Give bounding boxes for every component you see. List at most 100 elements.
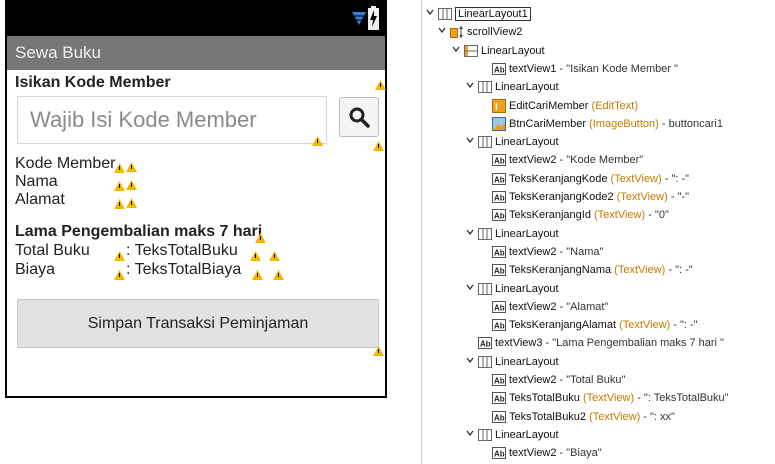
tree-node[interactable]: LinearLayout bbox=[422, 133, 775, 151]
member-code-placeholder: Wajib Isi Kode Member bbox=[30, 107, 257, 132]
tree-node-label: LinearLayout bbox=[495, 78, 559, 96]
member-code-heading: Isikan Kode Member bbox=[15, 74, 171, 91]
tree-node[interactable]: BtnCariMember (ImageButton) - buttoncari… bbox=[422, 115, 775, 133]
tree-node[interactable]: I EditCariMember (EditText) bbox=[422, 97, 775, 115]
svg-text:Ab: Ab bbox=[494, 395, 505, 404]
tree-node-label: TeksKeranjangNama (TextView) - ": -" bbox=[509, 261, 693, 279]
linear-layout-icon bbox=[478, 428, 492, 441]
action-bar: Sewa Buku bbox=[7, 36, 385, 70]
chevron-down-icon[interactable] bbox=[466, 429, 474, 437]
tree-node-name: scrollView2 bbox=[467, 26, 523, 39]
text-view-icon: Ab bbox=[492, 410, 506, 423]
tree-node[interactable]: Ab textView2 - "Nama" bbox=[422, 243, 775, 261]
text-view-icon: Ab bbox=[492, 209, 506, 222]
tree-node[interactable]: Ab textView1 - "Isikan Kode Member " bbox=[422, 60, 775, 78]
tree-node[interactable]: Ab textView2 - "Total Buku" bbox=[422, 371, 775, 389]
text-view-icon: Ab bbox=[492, 172, 506, 185]
tree-node[interactable]: Ab TeksTotalBuku2 (TextView) - ": xx" bbox=[422, 408, 775, 426]
warning-icon bbox=[273, 270, 284, 280]
warning-icon bbox=[114, 163, 125, 173]
member-code-input[interactable]: Wajib Isi Kode Member bbox=[17, 96, 327, 144]
tree-node[interactable]: Ab textView2 - "Biaya" bbox=[422, 444, 775, 462]
tree-node-value: - "Kode Member" bbox=[556, 154, 644, 167]
tree-node[interactable]: LinearLayout bbox=[422, 42, 775, 60]
image-button-icon bbox=[492, 116, 506, 131]
tree-node-name: LinearLayout bbox=[481, 44, 545, 57]
wifi-icon bbox=[352, 12, 366, 25]
tree-node-type: (TextView) bbox=[607, 172, 662, 185]
tree-node[interactable]: Ab textView2 - "Alamat" bbox=[422, 298, 775, 316]
svg-text:Ab: Ab bbox=[494, 322, 505, 331]
total-buku-value: : TeksTotalBuku bbox=[126, 242, 238, 259]
chevron-down-icon[interactable] bbox=[426, 8, 434, 16]
chevron-down-icon[interactable] bbox=[466, 136, 474, 144]
tree-node-label: textView1 - "Isikan Kode Member " bbox=[509, 60, 678, 78]
chevron-down-icon[interactable] bbox=[466, 283, 474, 291]
warning-icon bbox=[312, 136, 323, 146]
alamat-label: Alamat bbox=[15, 191, 65, 208]
chevron-down-icon[interactable] bbox=[452, 45, 460, 53]
tree-node-type: (EditText) bbox=[588, 99, 638, 112]
tree-node-type: (TextView) bbox=[611, 264, 666, 277]
warning-icon bbox=[126, 198, 137, 208]
tree-node-value: - buttoncari1 bbox=[658, 117, 723, 130]
tree-node[interactable]: Ab TeksKeranjangId (TextView) - "0" bbox=[422, 206, 775, 224]
save-transaction-button[interactable]: Simpan Transaksi Peminjaman bbox=[17, 299, 379, 348]
tree-node-value: - ": TeksTotalBuku" bbox=[634, 392, 729, 405]
svg-text:Ab: Ab bbox=[494, 248, 505, 257]
tree-node[interactable]: LinearLayout bbox=[422, 353, 775, 371]
kode-member-label: Kode Member bbox=[15, 155, 116, 172]
svg-text:Ab: Ab bbox=[494, 267, 505, 276]
warning-icon bbox=[373, 346, 384, 356]
search-member-button[interactable] bbox=[339, 97, 379, 137]
tree-node-name: TeksTotalBuku bbox=[509, 392, 580, 405]
warning-icon bbox=[114, 199, 125, 209]
tree-node[interactable]: Ab TeksTotalBuku (TextView) - ": TeksTota… bbox=[422, 389, 775, 407]
chevron-down-icon[interactable] bbox=[466, 228, 474, 236]
tree-node-label: textView2 - "Nama" bbox=[509, 243, 603, 261]
form-content: Isikan Kode Member Wajib Isi Kode Member… bbox=[7, 70, 386, 396]
warning-icon bbox=[375, 80, 386, 90]
tree-node[interactable]: LinearLayout bbox=[422, 426, 775, 444]
tree-node[interactable]: LinearLayout1 bbox=[422, 5, 775, 23]
warning-icon bbox=[269, 251, 280, 261]
text-view-icon: Ab bbox=[492, 191, 506, 203]
text-view-icon: Ab bbox=[492, 264, 506, 277]
tree-node-label: TeksKeranjangKode2 (TextView) - "-" bbox=[509, 188, 689, 206]
tree-node[interactable]: LinearLayout bbox=[422, 78, 775, 96]
svg-text:Ab: Ab bbox=[494, 377, 505, 386]
tree-node-value: - "Biaya" bbox=[556, 447, 602, 460]
tree-node[interactable]: Ab TeksKeranjangNama (TextView) - ": -" bbox=[422, 261, 775, 279]
tree-node-type: (ImageButton) bbox=[586, 117, 659, 130]
tree-node-value: - "Isikan Kode Member " bbox=[556, 62, 679, 75]
tree-node-type: (TextView) bbox=[613, 191, 668, 203]
tree-node-value: - "0" bbox=[645, 209, 669, 222]
svg-text:Ab: Ab bbox=[494, 157, 505, 166]
search-icon bbox=[349, 107, 370, 128]
tree-node-label: textView2 - "Total Buku" bbox=[509, 371, 625, 389]
svg-text:Ab: Ab bbox=[494, 175, 505, 184]
svg-text:I: I bbox=[495, 102, 498, 113]
tree-node[interactable]: scrollView2 bbox=[422, 23, 775, 41]
tree-node-label: LinearLayout bbox=[495, 280, 559, 298]
tree-node-name: LinearLayout bbox=[495, 428, 559, 441]
svg-text:Ab: Ab bbox=[494, 212, 505, 221]
chevron-down-icon[interactable] bbox=[466, 356, 474, 364]
chevron-down-icon[interactable] bbox=[466, 81, 474, 89]
warning-icon bbox=[114, 251, 125, 261]
tree-node[interactable]: LinearLayout bbox=[422, 280, 775, 298]
tree-node[interactable]: Ab TeksKeranjangKode2 (TextView) - "-" bbox=[422, 188, 775, 206]
tree-node[interactable]: Ab textView2 - "Kode Member" bbox=[422, 151, 775, 169]
tree-node-label: textView2 - "Biaya" bbox=[509, 444, 602, 462]
tree-node[interactable]: LinearLayout bbox=[422, 225, 775, 243]
svg-text:Ab: Ab bbox=[494, 413, 505, 422]
tree-node[interactable]: Ab TeksKeranjangKode (TextView) - ": -" bbox=[422, 170, 775, 188]
tree-node[interactable]: Ab textView3 - "Lama Pengembalian maks 7 … bbox=[422, 334, 775, 352]
text-view-icon: Ab bbox=[492, 374, 506, 386]
svg-text:Ab: Ab bbox=[494, 194, 505, 203]
text-view-icon: Ab bbox=[492, 62, 506, 75]
chevron-down-icon[interactable] bbox=[438, 26, 446, 34]
tree-node-value: - "Total Buku" bbox=[556, 374, 626, 386]
tree-node[interactable]: Ab TeksKeranjangAlamat (TextView) - ": -" bbox=[422, 316, 775, 334]
linear-layout-icon bbox=[478, 81, 492, 94]
